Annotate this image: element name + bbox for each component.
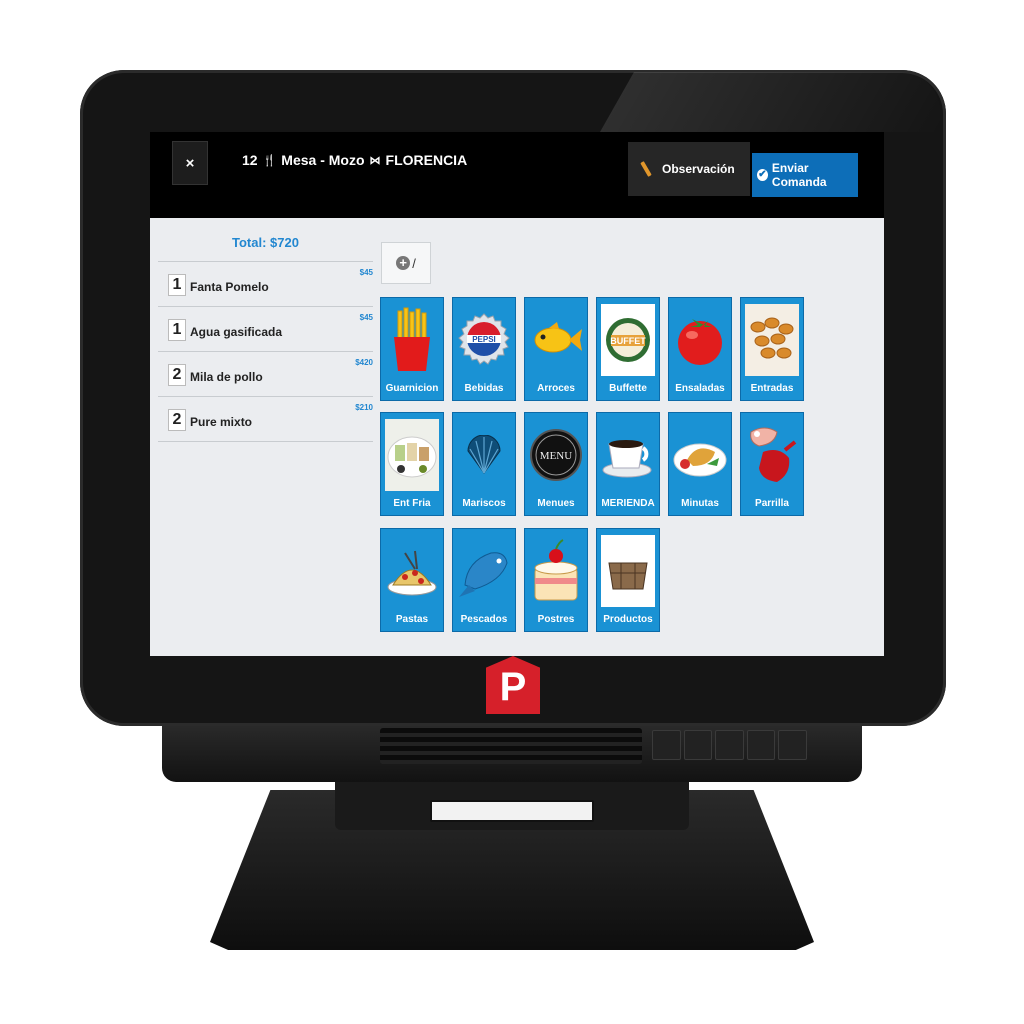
item-quantity[interactable]: 2: [168, 409, 186, 431]
coffee-cup-icon: [601, 419, 655, 491]
stand-slot: [430, 800, 594, 822]
category-label: Menues: [537, 498, 575, 509]
category-ensaladas[interactable]: Ensaladas: [668, 297, 732, 401]
category-label: Minutas: [681, 498, 719, 509]
bowtie-icon: ⋈: [369, 154, 381, 167]
order-panel: Total: $720 1 Fanta Pomelo $45 1 Agua ga…: [158, 218, 373, 656]
fried-shrimp-icon: [745, 304, 799, 376]
crate-icon: [601, 535, 655, 607]
page-title: 12 🍴 Mesa - Mozo ⋈ FLORENCIA: [242, 152, 467, 168]
category-mariscos[interactable]: Mariscos: [452, 412, 516, 516]
table-number: 12: [242, 152, 258, 168]
close-label: ×: [185, 154, 195, 172]
category-label: Guarnicion: [385, 383, 439, 394]
shell-icon: [457, 419, 511, 491]
category-label: Mariscos: [462, 498, 506, 509]
buffet-badge-icon: BUFFET: [601, 304, 655, 376]
brand-logo-letter: P: [499, 664, 527, 709]
add-separator: /: [412, 255, 416, 271]
category-label: Buffette: [609, 383, 647, 394]
category-label: Ensaladas: [675, 383, 725, 394]
category-label: Arroces: [537, 383, 575, 394]
fries-icon: [385, 304, 439, 376]
blue-fish-icon: [457, 535, 511, 607]
plus-icon: +: [396, 256, 411, 270]
category-pastas[interactable]: Pastas: [380, 528, 444, 632]
tomato-icon: [673, 304, 727, 376]
item-price: $45: [359, 268, 373, 277]
category-guarnicion[interactable]: Guarnicion: [380, 297, 444, 401]
item-name: Agua gasificada: [190, 325, 283, 339]
title-text: Mesa - Mozo: [281, 152, 365, 168]
buffet-badge-text: BUFFET: [610, 336, 646, 346]
category-label: Pastas: [395, 614, 429, 625]
category-merienda[interactable]: MERIENDA: [596, 412, 660, 516]
menu-badge-text: MENU: [540, 450, 572, 462]
item-quantity[interactable]: 1: [168, 319, 186, 341]
order-total: Total: $720: [158, 218, 373, 262]
order-row[interactable]: 1 Agua gasificada $45: [158, 307, 373, 352]
waiter-name: FLORENCIA: [385, 152, 468, 168]
category-ent-fria[interactable]: Ent Fria: [380, 412, 444, 516]
observacion-button[interactable]: Observación: [628, 142, 750, 196]
category-label: Postres: [537, 614, 575, 625]
item-price: $45: [359, 313, 373, 322]
category-minutas[interactable]: Minutas: [668, 412, 732, 516]
grill-meat-icon: [745, 419, 799, 491]
category-buffette[interactable]: BUFFET Buffette: [596, 297, 660, 401]
brand-logo: P: [486, 656, 540, 714]
top-bar: × 12 🍴 Mesa - Mozo ⋈ FLORENCIA Observaci…: [150, 132, 884, 218]
pasta-icon: [385, 535, 439, 607]
menu-badge-icon: MENU: [529, 419, 583, 491]
check-icon: ✔: [757, 169, 768, 181]
category-label: Ent Fria: [393, 498, 431, 509]
pencil-icon: [640, 161, 652, 177]
item-price: $420: [355, 358, 373, 367]
plate-icon: [673, 419, 727, 491]
category-label: Pescados: [460, 614, 508, 625]
category-entradas[interactable]: Entradas: [740, 297, 804, 401]
category-productos[interactable]: Productos: [596, 528, 660, 632]
category-arroces[interactable]: Arroces: [524, 297, 588, 401]
item-price: $210: [355, 403, 373, 412]
category-label: Parrilla: [755, 498, 789, 509]
enviar-comanda-button[interactable]: ✔ Enviar Comanda: [752, 153, 858, 197]
cake-icon: [529, 535, 583, 607]
category-bebidas[interactable]: PEPSI Bebidas: [452, 297, 516, 401]
category-postres[interactable]: Postres: [524, 528, 588, 632]
cutlery-icon: 🍴: [262, 154, 277, 167]
order-row[interactable]: 1 Fanta Pomelo $45: [158, 262, 373, 307]
item-quantity[interactable]: 1: [168, 274, 186, 296]
item-quantity[interactable]: 2: [168, 364, 186, 386]
category-label: Entradas: [750, 383, 794, 394]
category-label: Bebidas: [464, 383, 504, 394]
card-reader-slot: [380, 728, 642, 764]
svg-text:PEPSI: PEPSI: [472, 335, 496, 344]
item-name: Fanta Pomelo: [190, 280, 269, 294]
enviar-label: Enviar Comanda: [771, 161, 827, 189]
order-row[interactable]: 2 Mila de pollo $420: [158, 352, 373, 397]
bezel-gloss: [600, 72, 940, 132]
observacion-label: Observación: [662, 162, 735, 176]
fish-icon: [529, 304, 583, 376]
bottle-cap-icon: PEPSI: [457, 304, 511, 376]
category-menues[interactable]: MENU Menues: [524, 412, 588, 516]
hardware-keys: [652, 730, 807, 760]
category-label: MERIENDA: [601, 498, 655, 509]
category-parrilla[interactable]: Parrilla: [740, 412, 804, 516]
category-label: Productos: [603, 614, 653, 625]
add-note-button[interactable]: + /: [381, 242, 431, 284]
category-pescados[interactable]: Pescados: [452, 528, 516, 632]
cold-platter-icon: [385, 419, 439, 491]
item-name: Pure mixto: [190, 415, 253, 429]
order-row[interactable]: 2 Pure mixto $210: [158, 397, 373, 442]
close-button[interactable]: ×: [172, 141, 208, 185]
item-name: Mila de pollo: [190, 370, 263, 384]
pos-screen: × 12 🍴 Mesa - Mozo ⋈ FLORENCIA Observaci…: [150, 132, 884, 656]
